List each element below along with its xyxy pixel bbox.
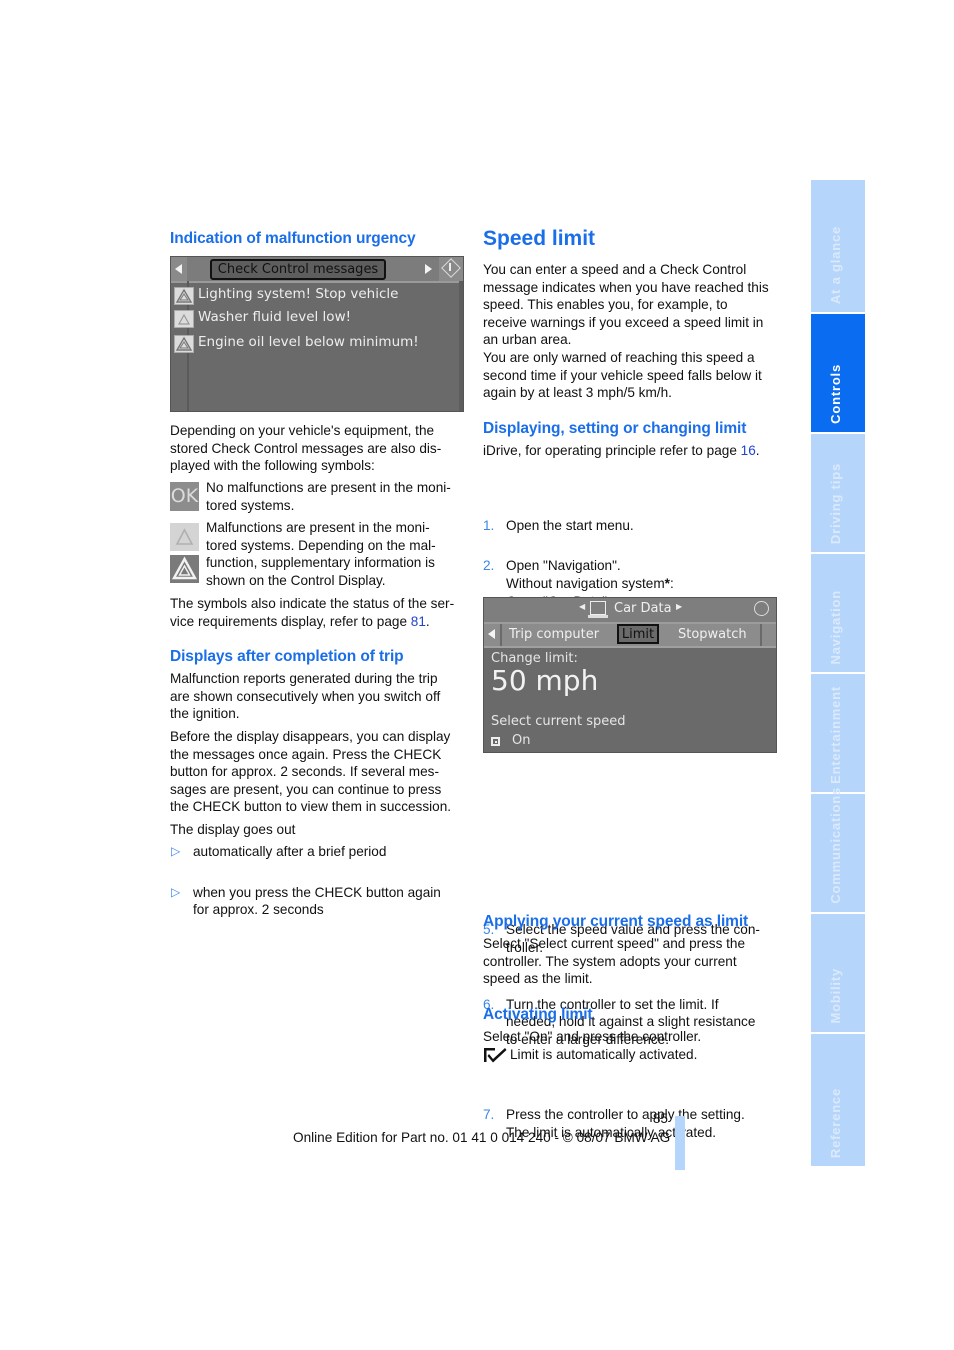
warning-symbol-description: Malfunctions are present in the moni- to… [206,520,436,588]
header-right-arrow: ▶ [676,602,683,611]
heading-displays-after-trip: Displays after completion of trip [170,648,404,665]
paragraph-malfunction-reports: Malfunction reports generated during the… [170,671,441,722]
bullet-triangle-icon: ▷ [171,884,181,899]
tab-stopwatch[interactable]: Stopwatch [678,627,747,642]
page-link-16[interactable]: 16 [741,443,756,458]
bullet-triangle-icon: ▷ [171,844,181,858]
ok-symbol-description: No malfunctions are present in the moni-… [206,480,451,513]
step-item: 1. Open the start menu. [483,517,634,533]
side-tab-driving-tips[interactable]: Driving tips [811,434,865,552]
controller-icon [754,601,769,616]
tab-limit-selected[interactable]: Limit [617,624,659,644]
paragraph-select-on: Select "On" and press the controller. [483,1029,702,1044]
scroll-right-arrow [421,257,437,281]
cc-message: Engine oil level below minimum! [198,334,419,350]
limit-value[interactable]: 50 mph [491,664,598,697]
heading-displaying-setting-limit: Displaying, setting or changing limit [483,420,747,437]
paragraph-apply-current-speed: Select "Select current speed" and press … [483,936,746,987]
warning-triangle-small-icon [174,310,194,328]
scroll-left-arrow [171,257,187,281]
side-tab-controls[interactable]: Controls [811,314,865,432]
header-left-arrow: ◀ [579,602,586,611]
paragraph-display-goes-out: The display goes out [170,822,296,837]
paragraph-idrive-reference: iDrive, for operating principle refer to… [483,443,760,458]
footer-edition: Online Edition for Part no. 01 41 0 014 … [293,1130,671,1145]
page-link-81[interactable]: 81 [411,614,426,629]
controller-icon [439,257,463,281]
paragraph-check-button: Before the display disappears, you can d… [170,729,452,815]
warning-dark-icon [170,555,199,583]
paragraph-service-requirements: The symbols also indicate the status of … [170,596,455,629]
checkmark-icon [483,1047,507,1063]
footer-marker [675,1116,685,1170]
warning-light-icon [170,523,199,551]
tab-trip-computer[interactable]: Trip computer [509,627,599,642]
paragraph-symbols-intro: Depending on your vehicle's equipment, t… [170,423,442,474]
tab-scroll-left-arrow [488,629,495,639]
select-current-speed-option[interactable]: Select current speed [491,714,626,729]
on-checkbox[interactable] [491,737,500,746]
bullet-item: ▷ when you press the CHECK button again … [171,884,441,918]
bullet-item: ▷ automatically after a brief period [171,844,387,859]
side-tab-reference[interactable]: Reference [811,1034,865,1166]
warning-triangle-icon [174,287,194,305]
paragraph-speed-limit-intro: You can enter a speed and a Check Contro… [483,262,769,401]
heading-activating-limit: Activating limit [483,1006,593,1023]
side-tab-at-a-glance[interactable]: At a glance [811,180,865,312]
on-label: On [512,733,531,748]
car-data-header: Car Data [614,601,672,616]
cc-message: Washer fluid level low! [198,309,352,325]
side-tab-entertainment[interactable]: Entertainment [811,674,865,792]
car-data-screen: ◀ Car Data ▶ Trip computer Limit Stopwat… [483,597,777,753]
ok-symbol-icon: OK [170,482,199,511]
side-tab-mobility[interactable]: Mobility [811,914,865,1032]
check-control-screen: Check Control messages Lighting system! … [170,256,464,412]
heading-applying-current-speed: Applying your current speed as limit [483,913,749,930]
warning-triangle-icon [174,335,194,353]
check-control-title: Check Control messages [210,259,386,280]
page-title-speed-limit: Speed limit [483,227,596,250]
page-number: 85 [652,1111,668,1126]
paragraph-limit-activated: Limit is automatically activated. [510,1047,698,1062]
car-data-icon [590,601,606,615]
heading-malfunction-urgency: Indication of malfunction urgency [170,230,416,247]
cc-message: Lighting system! Stop vehicle [198,286,399,302]
side-tab-navigation[interactable]: Navigation [811,554,865,672]
side-tab-communications[interactable]: Communications [811,787,865,912]
